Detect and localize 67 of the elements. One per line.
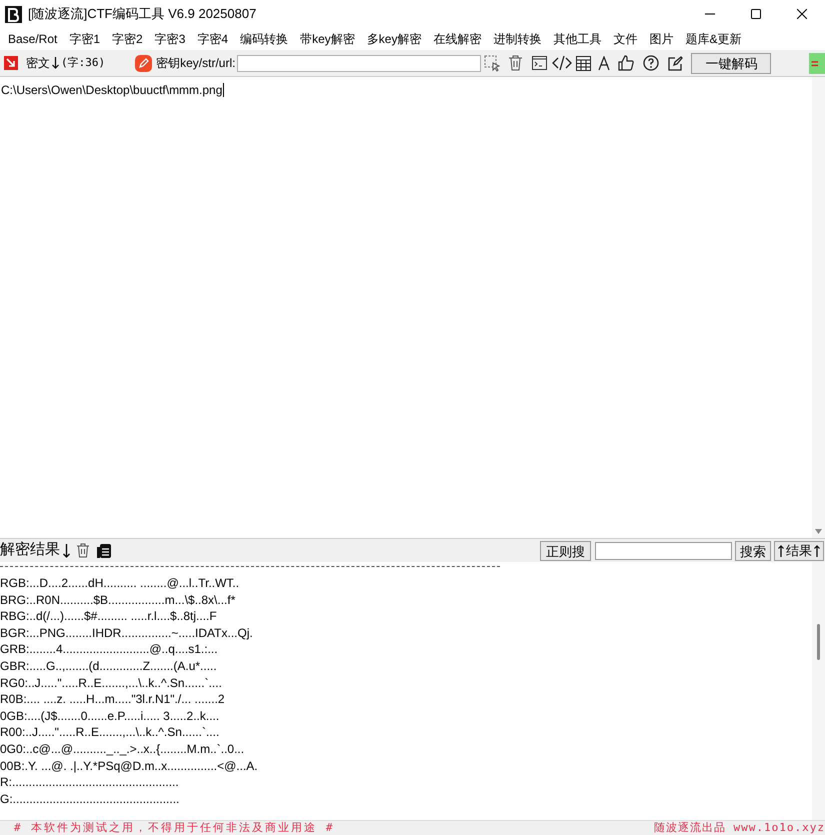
decode-button[interactable]: 一键解码 [691,52,772,74]
output-line: BGR:...PNG........IHDR...............~.....IDATx...Qj. [0,624,253,642]
thumbs-up-icon[interactable] [618,55,634,71]
menu-item[interactable]: 字密3 [148,28,192,50]
window-title: [随波逐流]CTF编码工具 V6.9 20250807 [28,5,256,24]
scrollbar[interactable] [812,77,825,538]
output-line: 0G0:..c@...@.........._.._.>..x..{........M.m..`..0... [0,740,244,758]
menu-item[interactable]: 字密1 [63,28,106,50]
import-arrow-icon[interactable] [4,56,18,70]
terminal-icon[interactable] [532,56,548,70]
output-line: R00:..J.....".....R..E.......,...\..k..^.Sn......`.... [0,724,220,741]
scroll-thumb[interactable] [817,624,820,660]
search-button[interactable]: 搜索 [735,540,771,560]
output-line: GBR:.....G..,.......(d.............Z.......(A.u*..... [0,658,217,675]
menu-item[interactable]: 编码转换 [234,28,294,50]
menu-item[interactable]: 图片 [643,28,680,50]
menu-item[interactable]: 在线解密 [427,28,488,50]
menu-item[interactable]: Base/Rot [2,28,64,50]
output-line: RBG:..d(/...)......$#......... .....r.l....$..8tj....F [0,608,217,625]
credit-text: 随波逐流出品 www.1o1o.xyz [654,820,825,835]
trash-icon[interactable] [76,543,90,558]
output-line: BRG:..R0N..........$B.................m...\$..8x\...f* [0,592,236,608]
results-button[interactable]: 结果 [774,540,824,560]
output-line: R0B:.... ....z. .....H...m....."3l.r.N1"./... .......2 [0,691,225,708]
close-icon [797,9,807,19]
scroll-down-icon[interactable] [815,529,822,534]
char-count: (字:36) [61,54,106,71]
code-icon[interactable] [552,55,572,71]
output-line: GRB:........4..........................@..q....s1.:... [0,641,218,658]
maximize-icon [751,9,761,19]
menu-item[interactable]: 进制转换 [487,28,548,50]
cursor-select-icon[interactable] [484,54,502,72]
menu-item[interactable]: 带key解密 [294,28,361,50]
input-text: C:\Users\Owen\Desktop\buuctf\mmm.png [1,83,224,97]
down-arrow-icon [63,544,70,558]
menu-item[interactable]: 多key解密 [360,28,428,50]
disclaimer-text: # 本软件为测试之用，不得用于任何非法及商业用途 # [14,820,334,835]
output-line: G:.................................................. [0,790,180,808]
key-label: 密钥key/str/url: [156,55,236,72]
output-line: R:.................................................. [0,774,179,791]
output-line: 00B:.Y. ...@. .|..Y.*PSq@D.m..x...............<@...A. [0,758,258,774]
pencil-icon[interactable] [135,54,152,72]
menu-item[interactable]: 其他工具 [547,28,608,50]
down-arrow-icon [52,57,59,69]
cipher-label: 密文 [26,55,50,72]
output-line: RGB:...D....2......dH.......... ........@...l..Tr..WT.. [0,575,240,592]
menu-item[interactable]: 文件 [607,28,644,50]
help-icon[interactable] [643,55,660,71]
results-label: 解密结果 [0,540,60,560]
search-input[interactable] [595,542,732,560]
up-arrow-icon [814,544,820,556]
font-icon[interactable] [598,56,612,70]
table-icon[interactable] [576,56,592,70]
menu-item[interactable]: 字密2 [106,28,149,50]
app-logo-icon [5,6,22,22]
edit-icon[interactable] [668,56,684,70]
regex-search-button[interactable]: 正则搜 [540,540,591,560]
menu-item[interactable]: 题库&更新 [679,28,748,50]
arrow-label: = [809,52,825,74]
copy-icon[interactable] [97,544,111,558]
up-arrow-icon [778,544,784,556]
scrollbar[interactable] [812,562,825,820]
output-line: 0GB:....(J$.......0......e.P.....i..... 3.....2..k.... [0,708,220,724]
key-input[interactable] [237,54,482,72]
output-line: RG0:..J.....".....R..E.......,...\..k..^.Sn......`.... [0,674,222,692]
menu-item[interactable]: 字密4 [191,28,234,50]
trash-icon[interactable] [508,55,524,71]
